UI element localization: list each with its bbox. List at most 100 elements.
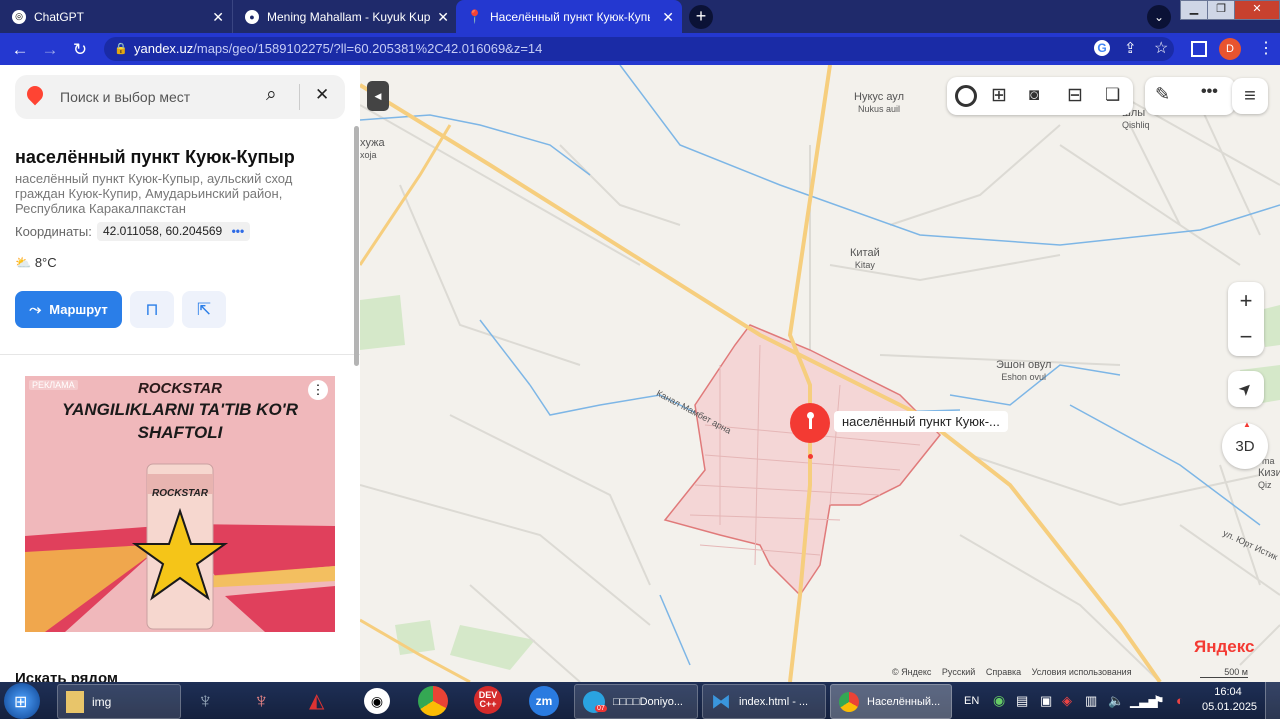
ad-headline: YANGILIKLARNI TA'TIB KO'R xyxy=(62,400,298,419)
more-icon[interactable]: ••• xyxy=(1201,83,1218,101)
sidebar: Поиск и выбор мест ⌕ ✕ населённый пункт … xyxy=(0,65,360,682)
minimize-button[interactable]: ▁ xyxy=(1180,0,1208,20)
ad-headline-2: SHAFTOLI xyxy=(137,423,223,442)
yandex-pin-icon xyxy=(23,82,47,106)
sidebar-scrollbar[interactable] xyxy=(354,126,359,366)
advertisement[interactable]: РЕКЛАМА ⋮ ROCKSTAR YANGILIKLARNI TA'TIB … xyxy=(25,376,335,632)
weather-icon: ⛅ xyxy=(15,255,32,270)
tray-icon-6[interactable]: ◐ xyxy=(1176,684,1184,717)
map-label-kitay: Китай Kitay xyxy=(850,247,880,270)
google-icon[interactable]: G xyxy=(1094,40,1110,56)
map-layer-icon[interactable]: ⊞ xyxy=(991,84,1007,107)
marker-point xyxy=(808,454,813,459)
map-label-xoja: хужа xoja xyxy=(360,137,385,160)
close-icon[interactable]: ✕ xyxy=(315,85,329,105)
devcpp-icon[interactable]: DEV C++ xyxy=(474,686,502,714)
tools-toolbar: ✎ ••• xyxy=(1145,77,1235,115)
transit-icon[interactable]: ⊟ xyxy=(1067,84,1083,107)
language-link[interactable]: Русский xyxy=(942,667,975,677)
tab-yandex-maps[interactable]: 📍 Населённый пункт Куюк-Купыр ✕ xyxy=(456,0,682,33)
route-button[interactable]: ⤳ Маршрут xyxy=(15,291,122,328)
more-icon[interactable]: ••• xyxy=(232,224,245,238)
bookmark-button[interactable]: ⊓ xyxy=(130,291,174,328)
place-title: населённый пункт Куюк-Купыр xyxy=(15,147,295,167)
telegram-icon: 07 xyxy=(583,690,607,713)
zoom-in-button[interactable]: + xyxy=(1228,288,1264,314)
profile-avatar[interactable]: D xyxy=(1219,38,1241,60)
taskbar-item-img[interactable]: img xyxy=(57,684,181,719)
coords-label: Координаты: xyxy=(15,224,92,239)
close-tab-icon[interactable]: ✕ xyxy=(212,9,224,26)
search-input[interactable]: Поиск и выбор мест xyxy=(60,89,190,105)
ruler-icon[interactable]: ✎ xyxy=(1155,84,1170,105)
zoom-out-button[interactable]: − xyxy=(1228,324,1264,350)
sidepanel-icon[interactable] xyxy=(1191,41,1207,57)
url-field[interactable]: 🔒 yandex.uz/maps/geo/1589102275/?ll=60.2… xyxy=(104,37,1174,61)
new-tab-button[interactable]: + xyxy=(689,5,713,29)
tray-icon-5[interactable]: ▥ xyxy=(1085,684,1097,717)
menu-button[interactable]: ≡ xyxy=(1232,78,1268,114)
coords-value[interactable]: 42.011058, 60.204569 ••• xyxy=(97,222,251,241)
traffic-icon[interactable]: ❏ xyxy=(1105,85,1120,105)
close-tab-icon[interactable]: ✕ xyxy=(662,9,674,26)
geolocation-button[interactable]: ➤ xyxy=(1228,371,1264,407)
search-nearby-heading: Искать рядом xyxy=(15,670,119,682)
flag-icon[interactable]: ⚑ xyxy=(1153,684,1165,717)
back-icon[interactable]: ← xyxy=(10,40,30,60)
lock-icon: 🔒 xyxy=(114,43,128,55)
tray-icon-3[interactable]: ▣ xyxy=(1040,684,1052,717)
app-icon-1[interactable]: ♆ xyxy=(197,684,214,717)
globe-icon: ● xyxy=(245,9,259,24)
share-icon[interactable]: ⇪ xyxy=(1124,39,1137,57)
weather: ⛅ 8°C xyxy=(15,255,57,270)
map-label-kizi: Кизи Qiz xyxy=(1258,467,1280,490)
panorama-icon[interactable]: ◙ xyxy=(1029,85,1039,105)
star-icon[interactable]: ☆ xyxy=(1154,38,1168,58)
map-area[interactable]: Нукус аул Nukus auil Китай Kitay Эшон овул… xyxy=(360,65,1280,682)
yandex-logo: Яндекс xyxy=(1194,637,1255,656)
menu-dots-icon[interactable]: ⋮ xyxy=(1258,38,1274,58)
copyright[interactable]: © Яндекс xyxy=(892,667,931,677)
tray-icon-4[interactable]: ◈ xyxy=(1062,684,1072,717)
tab-mahallam[interactable]: ● Mening Mahallam - Kuyuk Kupir ✕ xyxy=(232,0,457,33)
place-marker-label[interactable]: населённый пункт Куюк-... xyxy=(834,411,1008,432)
divider xyxy=(299,84,300,110)
app-icon-3[interactable]: ◭ xyxy=(309,684,324,717)
close-window-button[interactable]: ✕ xyxy=(1234,0,1280,20)
terms-link[interactable]: Условия использования xyxy=(1032,667,1132,677)
app-eye-icon[interactable]: ◉ xyxy=(364,688,390,714)
start-button[interactable]: ⊞ xyxy=(4,683,40,719)
zoom-app-icon[interactable]: zm xyxy=(529,686,559,716)
show-desktop-button[interactable] xyxy=(1265,682,1280,719)
3d-button[interactable]: ▲ 3D xyxy=(1222,420,1268,469)
place-marker[interactable] xyxy=(790,403,830,443)
app-icon-2[interactable]: ♆ xyxy=(253,684,270,717)
clock[interactable]: 16:04 05.01.2025 xyxy=(1202,685,1257,715)
layers-toolbar: ⊞ ◙ ⊟ ❏ xyxy=(947,77,1133,115)
language-indicator[interactable]: EN xyxy=(964,684,979,717)
folder-icon xyxy=(66,690,84,713)
taskbar: ⊞ img ♆ ♆ ◭ ◉ DEV C++ zm 07 □□□□Doniyo..… xyxy=(0,682,1280,719)
route-icon: ⤳ xyxy=(29,301,42,318)
help-link[interactable]: Справка xyxy=(986,667,1021,677)
share-button[interactable]: ⇱ xyxy=(182,291,226,328)
reload-icon[interactable]: ↻ xyxy=(70,40,90,60)
windows-logo-icon: ⊞ xyxy=(14,694,28,711)
search-icon[interactable]: ⌕ xyxy=(266,84,277,106)
taskbar-item-vscode[interactable]: ⧓ index.html - ... xyxy=(702,684,826,719)
taskbar-item-chrome[interactable]: Населённый... xyxy=(830,684,952,719)
search-box[interactable]: Поиск и выбор мест ⌕ ✕ xyxy=(15,75,345,119)
tab-search-button[interactable]: ⌄ xyxy=(1147,5,1171,29)
share-out-icon: ⇱ xyxy=(196,300,212,319)
tab-chatgpt[interactable]: ◎ ChatGPT ✕ xyxy=(0,0,232,33)
close-tab-icon[interactable]: ✕ xyxy=(437,9,449,26)
chrome-icon[interactable] xyxy=(418,686,448,716)
tray-icon-1[interactable]: ◉ xyxy=(993,684,1005,717)
forward-icon[interactable]: → xyxy=(40,40,60,60)
tray-icon-2[interactable]: ▤ xyxy=(1016,684,1028,717)
layer-circle-icon[interactable] xyxy=(955,85,977,107)
taskbar-item-telegram[interactable]: 07 □□□□Doniyo... xyxy=(574,684,698,719)
restore-button[interactable]: ❐ xyxy=(1207,0,1235,20)
volume-icon[interactable]: 🔈 xyxy=(1108,684,1124,717)
collapse-sidebar-button[interactable]: ◀ xyxy=(367,81,389,111)
